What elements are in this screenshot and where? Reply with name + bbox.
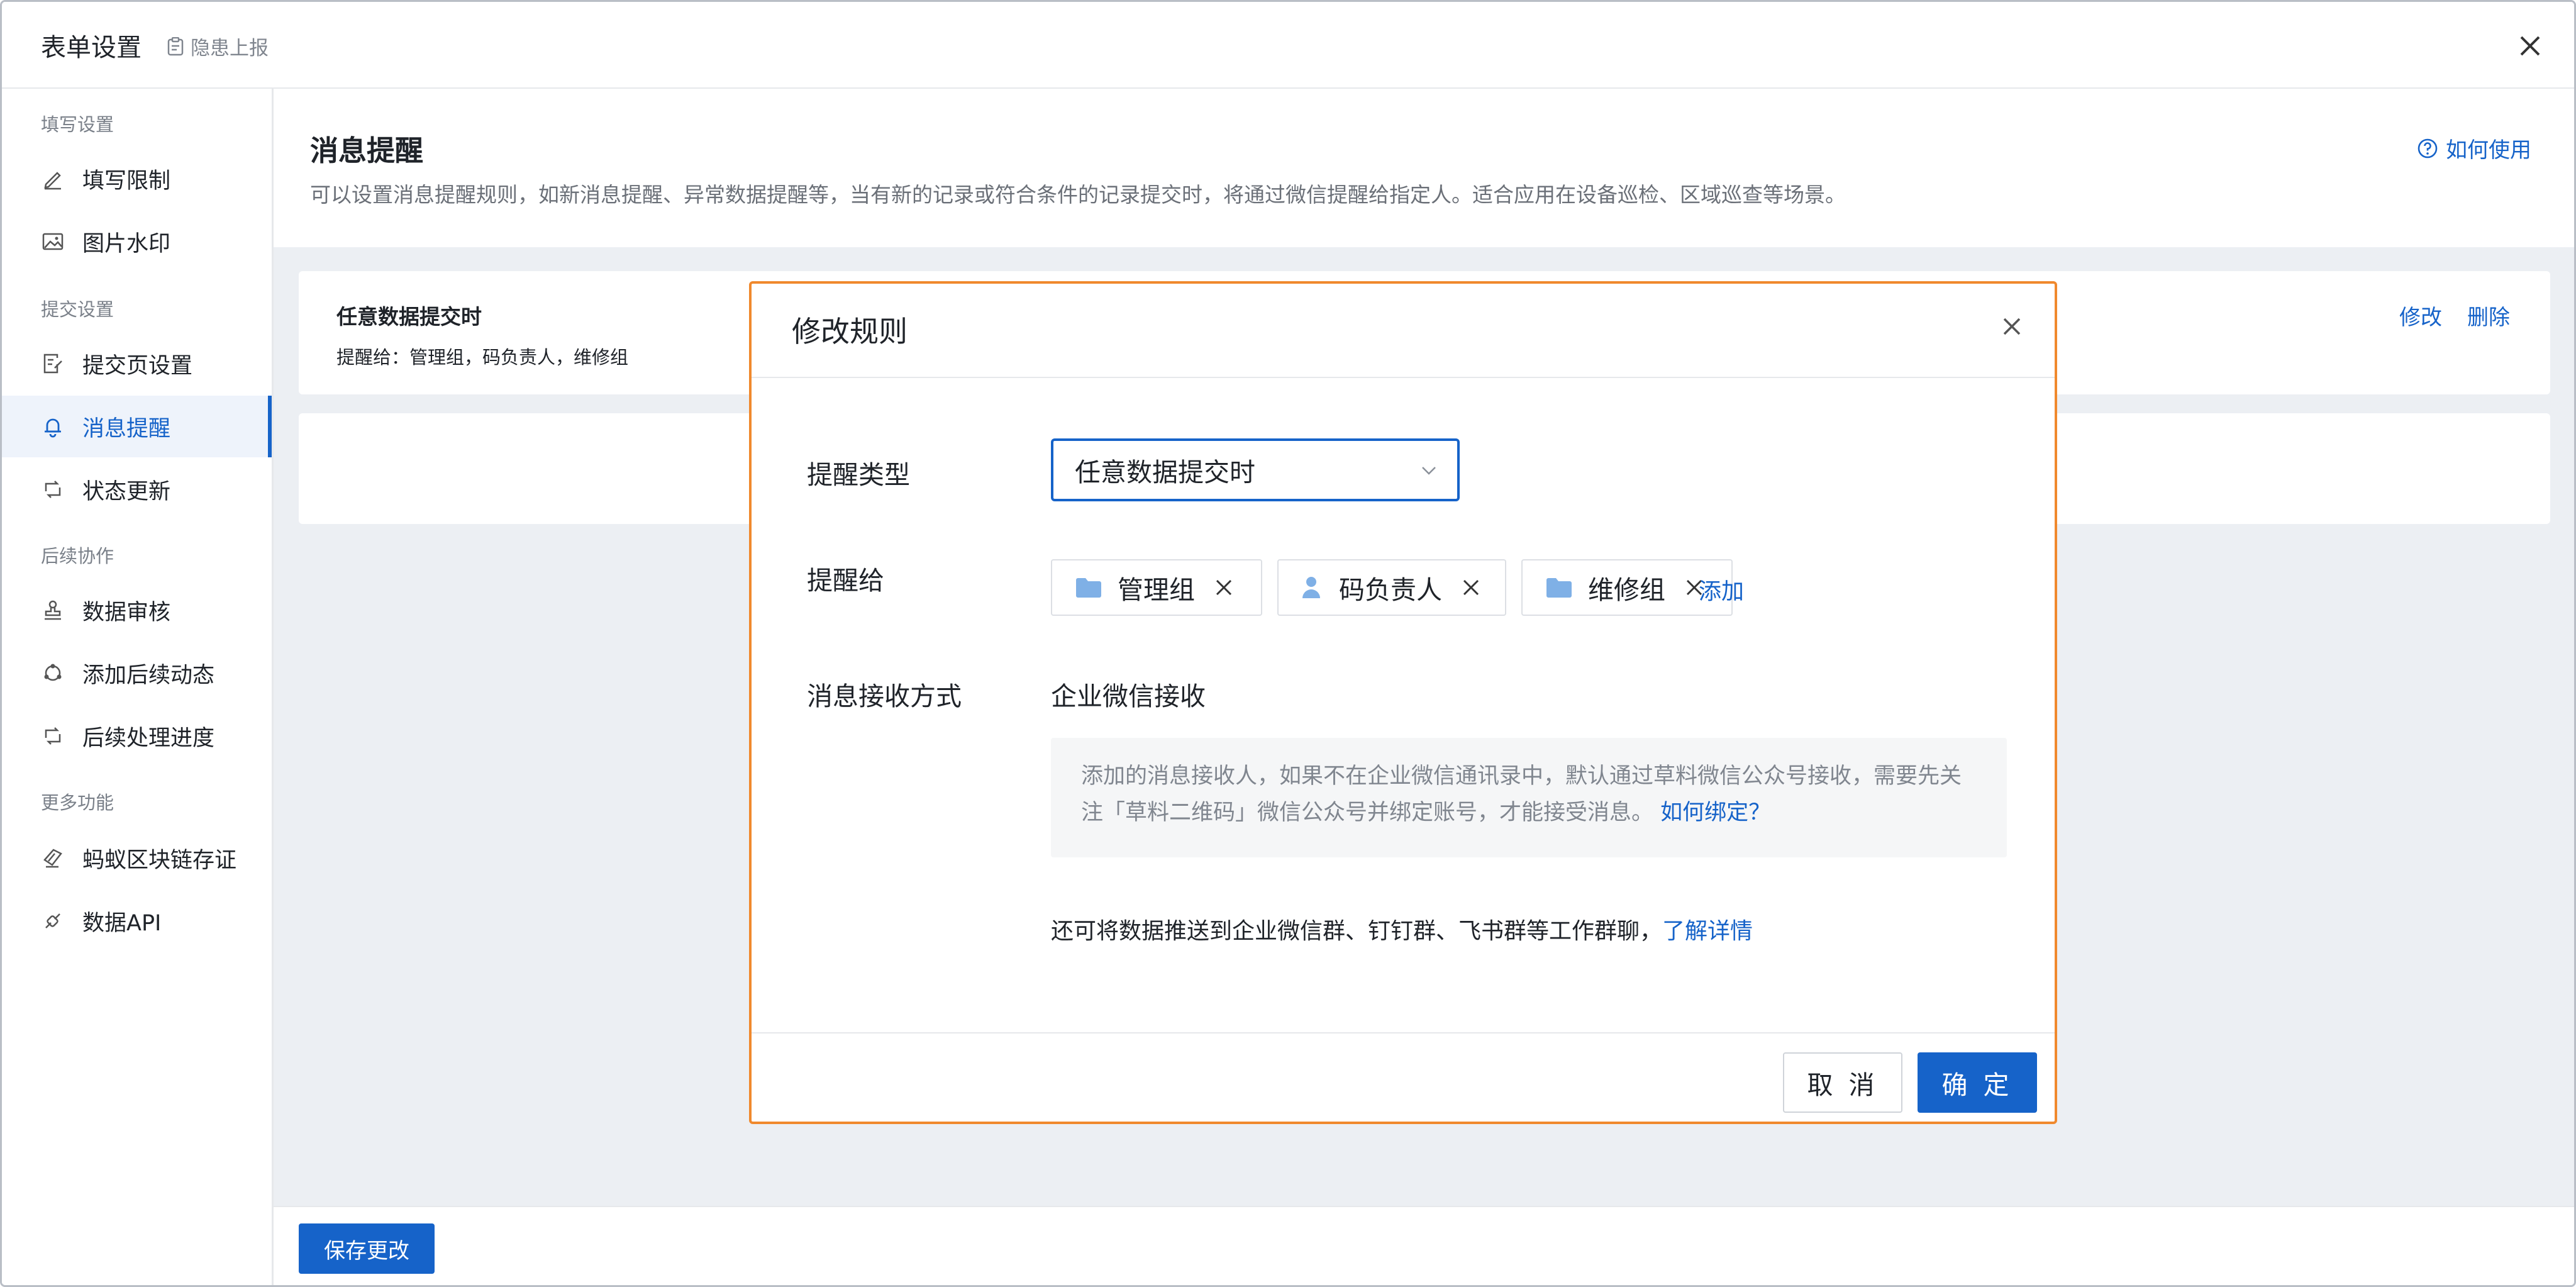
link-icon	[41, 909, 65, 933]
sidebar-group-submit: 提交设置	[41, 299, 114, 320]
form-name-label: 隐患上报	[191, 37, 269, 60]
bell-icon	[41, 415, 65, 438]
user-icon	[1297, 575, 1325, 600]
sidebar-item-label: 后续处理进度	[82, 725, 215, 751]
form-name: 隐患上报	[167, 32, 269, 60]
reminder-type-value: 任意数据提交时	[1075, 457, 1255, 488]
page-title: 表单设置	[41, 33, 142, 62]
add-recipient-link[interactable]: 添加	[1699, 573, 1744, 606]
close-icon	[2003, 318, 2021, 335]
stamp-icon	[41, 598, 65, 622]
sidebar-item-data-api[interactable]: 数据API	[2, 890, 272, 952]
modal-close-button[interactable]	[1997, 311, 2027, 342]
sidebar-item-message-reminder[interactable]: 消息提醒	[2, 396, 272, 457]
modal-title: 修改规则	[792, 315, 908, 348]
sync-icon	[41, 661, 65, 685]
sidebar-group-more: 更多功能	[41, 792, 114, 813]
folder-icon	[1545, 575, 1573, 600]
push-tip-text: 还可将数据推送到企业微信群、钉钉群、飞书群等工作群聊，	[1051, 918, 1663, 944]
confirm-button[interactable]: 确 定	[1918, 1052, 2037, 1113]
type-label: 提醒类型	[807, 460, 910, 490]
how-to-bind-link[interactable]: 如何绑定？	[1660, 800, 1770, 825]
sidebar-item-label: 添加后续动态	[82, 662, 215, 688]
remove-recipient-icon[interactable]	[1213, 576, 1235, 599]
sidebar-item-watermark[interactable]: 图片水印	[2, 211, 272, 272]
sidebar-item-add-followup[interactable]: 添加后续动态	[2, 642, 272, 704]
rule-delete-link[interactable]: 删除	[2467, 300, 2510, 331]
divider	[752, 377, 2055, 378]
image-icon	[41, 230, 65, 254]
sidebar-item-submit-page[interactable]: 提交页设置	[2, 333, 272, 394]
close-button[interactable]	[2511, 27, 2549, 65]
clipboard-icon	[167, 36, 184, 55]
recipient-tag-label: 维修组	[1588, 575, 1665, 605]
rule-recipients: 提醒给：管理组，码负责人，维修组	[336, 347, 629, 368]
rule-title: 任意数据提交时	[336, 304, 482, 329]
sidebar-item-label: 数据API	[82, 910, 162, 936]
footer-bar	[274, 1206, 2574, 1285]
app-header	[2, 2, 2574, 89]
sidebar-group-followup: 后续协作	[41, 545, 114, 567]
folder-icon	[1075, 575, 1102, 600]
section-title: 消息提醒	[310, 134, 424, 167]
sidebar-item-blockchain[interactable]: 蚂蚁区块链存证	[2, 827, 272, 889]
question-circle-icon	[2418, 138, 2438, 158]
receive-method-label: 消息接收方式	[807, 681, 962, 711]
sidebar-item-label: 填写限制	[82, 168, 171, 194]
push-tip: 还可将数据推送到企业微信群、钉钉群、飞书群等工作群聊，了解详情	[1051, 913, 1753, 945]
sidebar-item-label: 蚂蚁区块链存证	[82, 847, 237, 873]
save-changes-button[interactable]: 保存更改	[299, 1223, 435, 1274]
edit-document-icon	[41, 352, 65, 376]
receive-note: 添加的消息接收人，如果不在企业微信通讯录中，默认通过草料微信公众号接收，需要先关…	[1051, 738, 2007, 857]
rule-edit-link[interactable]: 修改	[2399, 300, 2442, 331]
sidebar-item-data-review[interactable]: 数据审核	[2, 579, 272, 641]
recipient-tag-label: 码负责人	[1339, 575, 1442, 605]
recipient-tag-label: 管理组	[1118, 575, 1195, 605]
learn-more-link[interactable]: 了解详情	[1662, 918, 1753, 944]
sidebar-group-fill: 填写设置	[41, 114, 114, 135]
pencil-icon	[41, 167, 65, 191]
sidebar-item-label: 数据审核	[82, 599, 171, 625]
help-link-label: 如何使用	[2446, 138, 2531, 163]
chevron-down-icon	[1422, 467, 1436, 475]
refresh-icon	[41, 477, 65, 501]
sidebar-item-label: 提交页设置	[82, 353, 193, 379]
close-icon	[2520, 36, 2540, 56]
recipient-tag-admin-group: 管理组	[1051, 559, 1262, 616]
blockchain-icon	[41, 846, 65, 870]
section-description: 可以设置消息提醒规则，如新消息提醒、异常数据提醒等，当有新的记录或符合条件的记录…	[310, 182, 1846, 207]
sidebar-item-status-update[interactable]: 状态更新	[2, 459, 272, 520]
app-window: 表单设置 隐患上报 填写设置 填写限制 图片水印 提交设置 提交页设置 消息提醒…	[0, 0, 2576, 1287]
reminder-type-select[interactable]: 任意数据提交时	[1051, 438, 1460, 501]
sidebar-item-label: 消息提醒	[82, 416, 171, 442]
refresh-icon	[41, 724, 65, 748]
sidebar-item-fill-limit[interactable]: 填写限制	[2, 148, 272, 209]
sidebar-item-label: 状态更新	[82, 479, 171, 504]
receive-note-text: 添加的消息接收人，如果不在企业微信通讯录中，默认通过草料微信公众号接收，需要先关…	[1081, 764, 1962, 825]
remind-to-label: 提醒给	[807, 566, 884, 596]
recipient-tag-code-owner: 码负责人	[1277, 559, 1506, 616]
divider	[752, 1032, 2055, 1034]
sidebar-item-label: 图片水印	[82, 231, 171, 257]
remove-recipient-icon[interactable]	[1460, 576, 1482, 599]
help-link[interactable]: 如何使用	[2417, 133, 2531, 164]
receive-method-value: 企业微信接收	[1051, 681, 1206, 711]
section-header	[274, 89, 2574, 247]
cancel-button[interactable]: 取 消	[1783, 1052, 1902, 1113]
sidebar-item-followup-progress[interactable]: 后续处理进度	[2, 705, 272, 767]
